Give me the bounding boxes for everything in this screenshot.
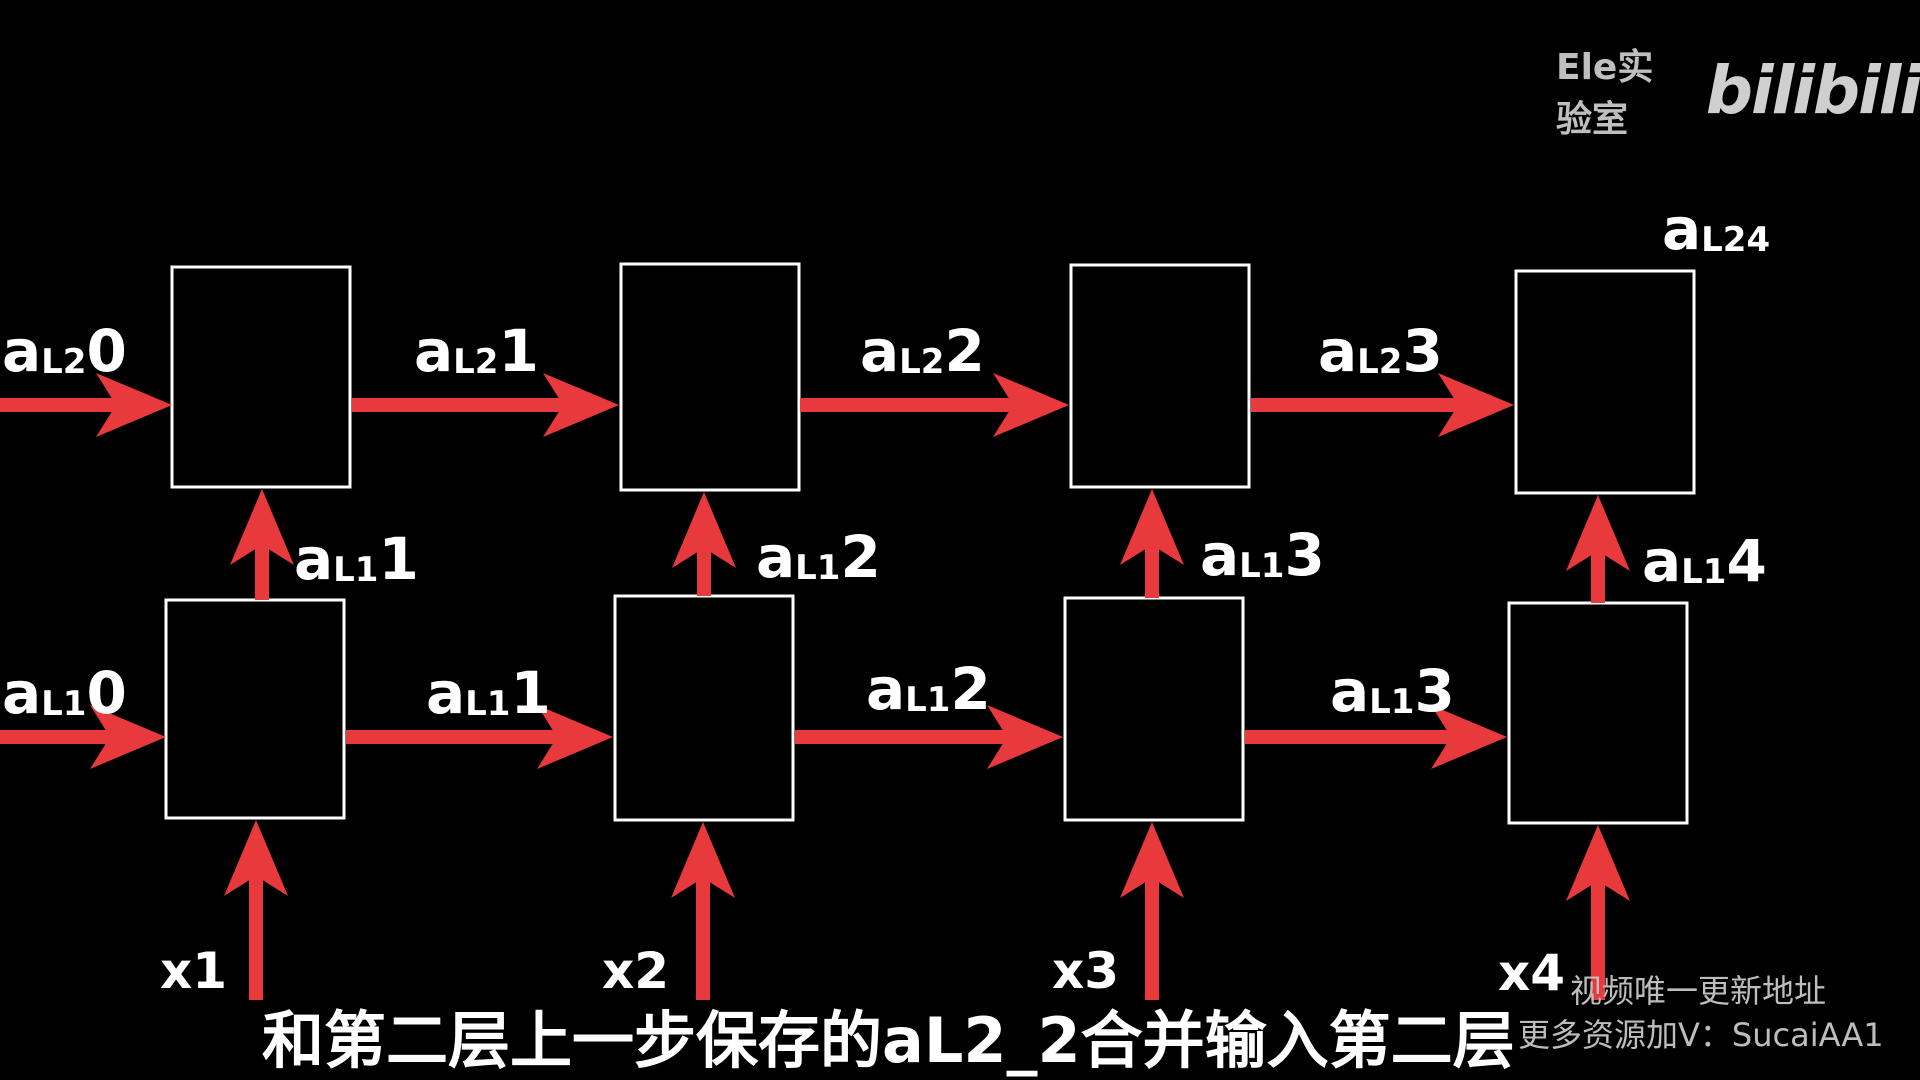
cell-l1-3 xyxy=(1063,596,1245,822)
input-label-x2: x2 xyxy=(602,942,670,1000)
arrow-input-x1 xyxy=(224,820,288,1000)
cell-l1-2 xyxy=(613,594,795,822)
cell-l2-2 xyxy=(619,262,801,492)
input-label-x1: x1 xyxy=(160,942,228,1000)
label-aL1-1: aL11 xyxy=(426,659,551,727)
label-aL1-0: aL10 xyxy=(2,659,127,727)
arrow-aL2-1 xyxy=(352,373,619,437)
cell-l1-1 xyxy=(164,598,346,820)
channel-watermark: Ele实验室 bilibili xyxy=(1556,38,1920,142)
bilibili-logo: bilibili xyxy=(1705,51,1920,129)
input-label-x3: x3 xyxy=(1052,942,1120,1000)
subtitle-caption: 和第二层上一步保存的aL2_2合并输入第二层 xyxy=(262,1004,1515,1077)
label-aL1-2: aL12 xyxy=(866,655,991,723)
label-aL2-0: aL20 xyxy=(2,317,127,385)
label-aL1-up-3: aL13 xyxy=(1200,521,1325,589)
arrow-input-x2 xyxy=(671,822,735,1000)
arrow-aL2-2 xyxy=(800,373,1069,437)
cell-l2-4 xyxy=(1514,269,1696,495)
arrow-up-aL1-1 xyxy=(230,489,294,600)
label-aL2-3: aL23 xyxy=(1318,317,1443,385)
cell-l2-3 xyxy=(1069,263,1251,489)
rnn-diagram xyxy=(0,262,1696,1000)
label-aL2-2: aL22 xyxy=(860,317,985,385)
label-aL1-up-4: aL14 xyxy=(1642,527,1767,595)
channel-name: Ele实验室 xyxy=(1556,47,1654,140)
label-aL2-1: aL21 xyxy=(414,317,539,385)
label-aL1-3: aL13 xyxy=(1330,657,1455,725)
label-aL1-up-1: aL11 xyxy=(294,525,419,593)
cell-l1-4 xyxy=(1507,601,1689,825)
arrow-up-aL1-3 xyxy=(1120,489,1184,598)
label-aL1-up-2: aL12 xyxy=(756,523,881,591)
label-aL2-4: aL24 xyxy=(1662,195,1771,263)
arrow-input-x3 xyxy=(1120,822,1184,1000)
cell-l2-1 xyxy=(170,265,352,489)
arrow-up-aL1-4 xyxy=(1566,495,1630,603)
arrow-up-aL1-2 xyxy=(672,492,736,596)
arrow-aL2-3 xyxy=(1251,373,1514,437)
